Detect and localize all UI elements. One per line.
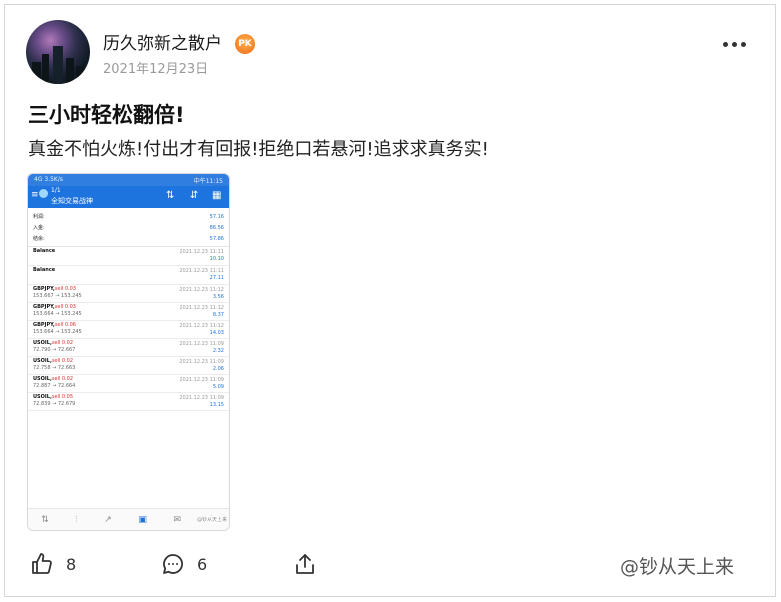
trade-prices: 153.664 → 153.245 [33,311,82,317]
trade-row[interactable]: GBPJPY,sell 0.03 153.667 → 153.245 2021.12… [28,285,229,303]
trade-action: sell 0.03 [54,304,76,310]
trade-row[interactable]: GBPJPY,sell 0.06 153.664 → 153.245 2021.12… [28,321,229,339]
more-dots-icon [741,42,746,47]
like-count: 8 [66,554,77,574]
calendar-icon: ▦ [212,190,222,201]
trade-row[interactable]: Balance 2021.12.23 11:11 27.11 [28,266,229,285]
trade-prices: 153.667 → 153.245 [33,293,82,299]
trade-time: 2021.12.23 11:11 [179,268,224,274]
post-date: 2021年12月23日 [103,62,209,77]
account-number: 1/1 [51,187,61,194]
author-avatar[interactable] [26,20,90,84]
trade-profit: 3.56 [212,294,224,300]
account-icon [39,189,48,198]
more-dots-icon [723,42,728,47]
comment-button[interactable]: 6 [161,552,207,576]
trade-profit: 13.15 [209,402,224,408]
summary-value: 86.56 [209,224,224,231]
trend-icon: ↗ [104,514,112,525]
swap-icon: ⇵ [190,190,199,201]
trade-action: sell 0.06 [54,322,76,328]
trade-action: sell 0.02 [51,340,74,346]
trade-time: 2021.12.23 11:12 [179,323,224,329]
trade-profit: 10.10 [209,256,224,262]
trade-prices: 72.839 → 72.679 [33,401,76,407]
summary-value: 57.16 [209,213,224,220]
trade-row[interactable]: Balance 2021.12.23 11:11 10.10 [28,247,229,266]
trade-prices: 72.790 → 72.667 [33,347,76,353]
trade-action: sell 0.02 [51,358,74,364]
menu-icon: ≡ [31,190,39,200]
trade-prices: 72.758 → 72.663 [33,365,76,371]
comment-count: 6 [197,554,208,574]
sort-icon: ⇅ [166,190,175,201]
pk-badge-icon: PK [235,34,255,54]
trade-row[interactable]: GBPJPY,sell 0.03 153.664 → 153.245 2021.12… [28,303,229,321]
phone-status-bar: 4G 3.5K/s 中午11:15 [28,174,229,186]
summary-value: 57.86 [209,235,224,242]
author-name[interactable]: 历久弥新之散户 [103,29,222,54]
trade-profit: 2.06 [212,366,224,372]
post-body: 真金不怕火炼!付出才有回报!拒绝口若悬河!追求求真务实! [28,139,489,160]
trade-symbol: USOIL, [33,394,52,400]
trade-action: sell 0.03 [54,286,76,292]
trade-history-screenshot[interactable]: 4G 3.5K/s 中午11:15 ≡ 1/1 全知交易战神 ⇅ ⇵ ▦ 利润:… [27,173,230,531]
trade-time: 2021.12.23 11:09 [179,359,224,365]
trade-time: 2021.12.23 11:09 [179,395,224,401]
trade-symbol: USOIL, [33,376,52,382]
trade-profit: 14.03 [209,330,224,336]
trade-symbol: Balance [33,267,56,273]
summary-row: 利润: 57.16 [33,211,224,222]
thumbs-up-icon [32,553,52,574]
summary-label: 结余: [33,236,45,242]
trade-profit: 8.37 [212,312,224,318]
trade-time: 2021.12.23 11:11 [179,249,224,255]
trade-symbol: GBPJPY, [33,304,55,310]
more-options-button[interactable] [723,42,746,47]
trade-symbol: USOIL, [33,358,52,364]
account-summary: 利润: 57.16 入金: 86.56 结余: 57.86 [28,208,229,247]
trade-symbol: GBPJPY, [33,322,55,328]
app-toolbar: ≡ 1/1 全知交易战神 ⇅ ⇵ ▦ [28,186,229,208]
trade-row[interactable]: USOIL,sell 0.02 72.790 → 72.667 2021.12.23… [28,339,229,357]
trade-profit: 5.09 [212,384,224,390]
trade-time: 2021.12.23 11:09 [179,341,224,347]
chart-icon: ⫶ [75,514,78,525]
status-left: 4G 3.5K/s [34,176,63,183]
image-watermark: @钞从天上来 [620,556,735,578]
trade-list: Balance 2021.12.23 11:11 10.10 Balance 2021.… [28,247,229,411]
screenshot-watermark: @钞从天上来 [196,516,227,523]
share-icon [296,554,314,574]
trade-action: sell 0.05 [51,394,74,400]
post-title: 三小时轻松翻倍! [28,103,185,127]
trade-row[interactable]: USOIL,sell 0.02 72.758 → 72.663 2021.12.23… [28,357,229,375]
trade-time: 2021.12.23 11:09 [179,377,224,383]
trade-profit: 2.32 [212,348,224,354]
trade-action: sell 0.02 [51,376,74,382]
summary-row: 入金: 86.56 [33,222,224,233]
share-button[interactable] [293,552,317,576]
like-button[interactable]: 8 [30,552,76,576]
trade-symbol: USOIL, [33,340,52,346]
trade-symbol: GBPJPY, [33,286,55,292]
summary-label: 利润: [33,214,45,220]
comment-bubble-icon [163,554,183,574]
summary-row: 结余: 57.86 [33,233,224,244]
history-icon: ▣ [138,514,147,525]
trade-prices: 72.887 → 72.664 [33,383,76,389]
messages-icon: ✉ [173,514,182,525]
trade-row[interactable]: USOIL,sell 0.02 72.887 → 72.664 2021.12.23… [28,375,229,393]
quotes-icon: ⇅ [41,514,49,525]
trade-time: 2021.12.23 11:12 [179,287,224,293]
status-right: 中午11:15 [193,178,223,185]
trade-prices: 153.664 → 153.245 [33,329,82,335]
account-name: 全知交易战神 [51,197,93,205]
summary-label: 入金: [33,225,45,231]
trade-symbol: Balance [33,248,56,254]
trade-row[interactable]: USOIL,sell 0.05 72.839 → 72.679 2021.12.23… [28,393,229,411]
trade-time: 2021.12.23 11:12 [179,305,224,311]
trade-profit: 27.11 [209,275,224,281]
more-dots-icon [732,42,737,47]
